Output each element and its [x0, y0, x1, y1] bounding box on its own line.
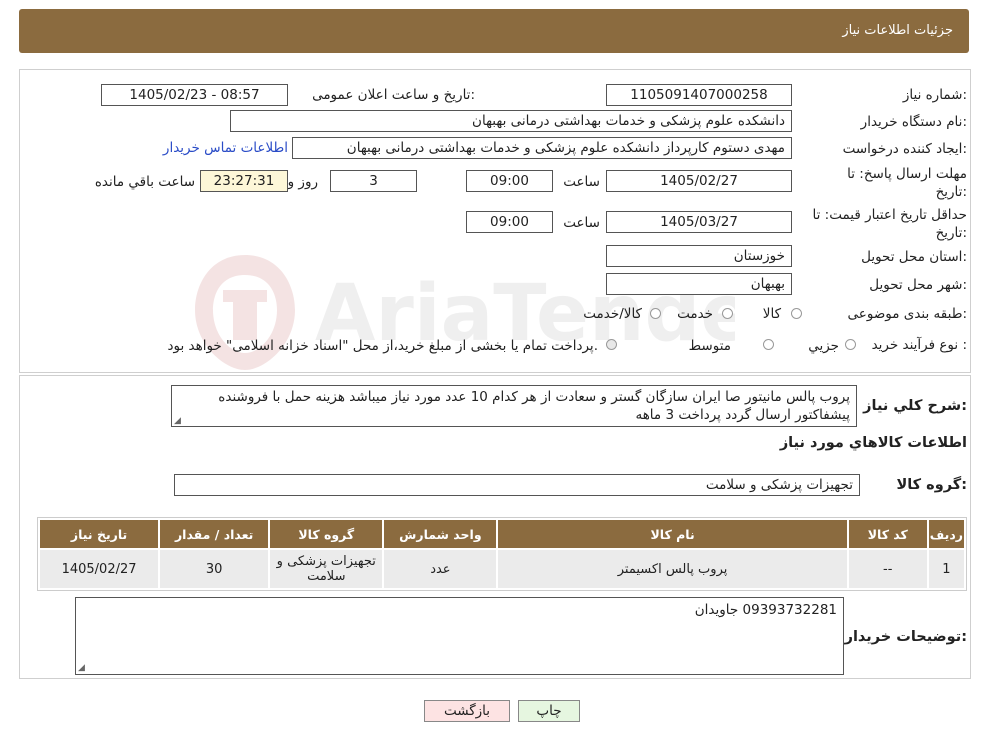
creator-label: ایجاد کننده درخواست:	[842, 141, 967, 157]
buyer-notes-textarea[interactable]: 09393732281 جاویدان	[75, 597, 844, 675]
buyer-org-label: نام دستگاه خریدار:	[860, 114, 967, 130]
buyer-org-field: دانشکده علوم پزشکی و خدمات بهداشتی درمان…	[230, 110, 792, 132]
process-treasury-note: پرداخت تمام یا بخشی از مبلغ خرید،از محل …	[167, 338, 598, 354]
category-label: طبقه بندی موضوعی:	[847, 306, 967, 322]
cell-row-number: 1	[928, 550, 964, 588]
col-item-code: کد کالا	[848, 520, 927, 548]
validity-date-field: 1405/03/27	[606, 211, 792, 233]
deadline-label-date: تاریخ:	[935, 184, 967, 200]
col-unit: واحد شمارش	[384, 520, 497, 548]
announce-datetime-label: تاریخ و ساعت اعلان عمومی:	[312, 87, 475, 103]
city-field: بهبهان	[606, 273, 792, 295]
validity-time-label: ساعت	[563, 215, 600, 231]
province-field: خوزستان	[606, 245, 792, 267]
deadline-date-field: 1405/02/27	[606, 170, 792, 192]
description-label: شرح کلي نیاز:	[863, 398, 967, 414]
cell-quantity: 30	[160, 550, 269, 588]
col-item-name: نام کالا	[498, 520, 847, 548]
category-radio-goods[interactable]	[791, 308, 802, 319]
remaining-time-field: 23:27:31	[200, 170, 288, 192]
table-row: 1 -- پروب پالس اکسیمتر عدد تجهیزات پزشکی…	[40, 550, 964, 588]
announce-datetime-field: 1405/02/23 - 08:57	[101, 84, 288, 106]
province-label: استان محل تحویل:	[861, 249, 967, 265]
process-radio-treasury	[606, 339, 617, 350]
deadline-time-field: 09:00	[466, 170, 553, 192]
goods-table-header: ردیف کد کالا نام کالا واحد شمارش گروه کا…	[40, 520, 964, 548]
notes-resize-handle-icon: ◢	[78, 663, 85, 673]
process-radio-minor[interactable]	[845, 339, 856, 350]
buyer-contact-link[interactable]: اطلاعات تماس خریدار	[163, 140, 288, 156]
city-label: شهر محل تحویل:	[869, 277, 967, 293]
category-radio-goods-service[interactable]	[650, 308, 661, 319]
col-need-date: تاریخ نیاز	[40, 520, 159, 548]
goods-group-field: تجهیزات پزشکی و سلامت	[174, 474, 860, 496]
process-radio-medium[interactable]	[763, 339, 774, 350]
print-button[interactable]: چاپ	[518, 700, 580, 722]
cell-item-name: پروب پالس اکسیمتر	[498, 550, 847, 588]
back-button[interactable]: بازگشت	[424, 700, 510, 722]
process-option-minor: جزیي	[808, 338, 839, 354]
cell-item-group: تجهیزات پزشکی و سلامت	[270, 550, 383, 588]
remaining-time-label: ساعت باقي مانده	[94, 174, 195, 190]
process-option-medium: متوسط	[688, 338, 731, 354]
page-title: جزئیات اطلاعات نیاز	[842, 23, 953, 38]
validity-label: حداقل تاریخ اعتبار قیمت: تا	[812, 207, 967, 223]
category-option-service: خدمت	[677, 306, 713, 322]
cell-unit: عدد	[384, 550, 497, 588]
need-number-label: شماره نیاز:	[902, 87, 967, 103]
page-header: جزئیات اطلاعات نیاز	[19, 9, 969, 53]
category-option-goods: کالا	[762, 306, 781, 322]
deadline-label: مهلت ارسال پاسخ: تا	[847, 166, 967, 182]
col-item-group: گروه کالا	[270, 520, 383, 548]
need-number-field: 1105091407000258	[606, 84, 792, 106]
description-textarea[interactable]: پروب پالس مانیتور صا ایران سازگان گستر و…	[171, 385, 857, 427]
days-remaining-field: 3	[330, 170, 417, 192]
deadline-time-label: ساعت	[563, 174, 600, 190]
buyer-notes-label: توضیحات خریدار:	[844, 629, 967, 645]
col-quantity: تعداد / مقدار	[160, 520, 269, 548]
days-label: روز و	[287, 174, 318, 190]
validity-label-date: تاریخ:	[935, 225, 967, 241]
goods-group-label: گروه کالا:	[896, 477, 967, 493]
validity-time-field: 09:00	[466, 211, 553, 233]
col-row-number: ردیف	[928, 520, 964, 548]
cell-item-code: --	[848, 550, 927, 588]
category-option-goods-service: کالا/خدمت	[583, 306, 642, 322]
cell-need-date: 1405/02/27	[40, 550, 159, 588]
resize-handle-icon: ◢	[174, 416, 181, 426]
creator-field: مهدی دستوم کارپرداز دانشکده علوم پزشکی و…	[292, 137, 792, 159]
process-label: نوع فرآیند خرید :	[871, 337, 967, 353]
category-radio-service[interactable]	[722, 308, 733, 319]
goods-section-title: اطلاعات کالاهاي مورد نیاز	[779, 435, 967, 451]
goods-table: ردیف کد کالا نام کالا واحد شمارش گروه کا…	[37, 517, 967, 591]
